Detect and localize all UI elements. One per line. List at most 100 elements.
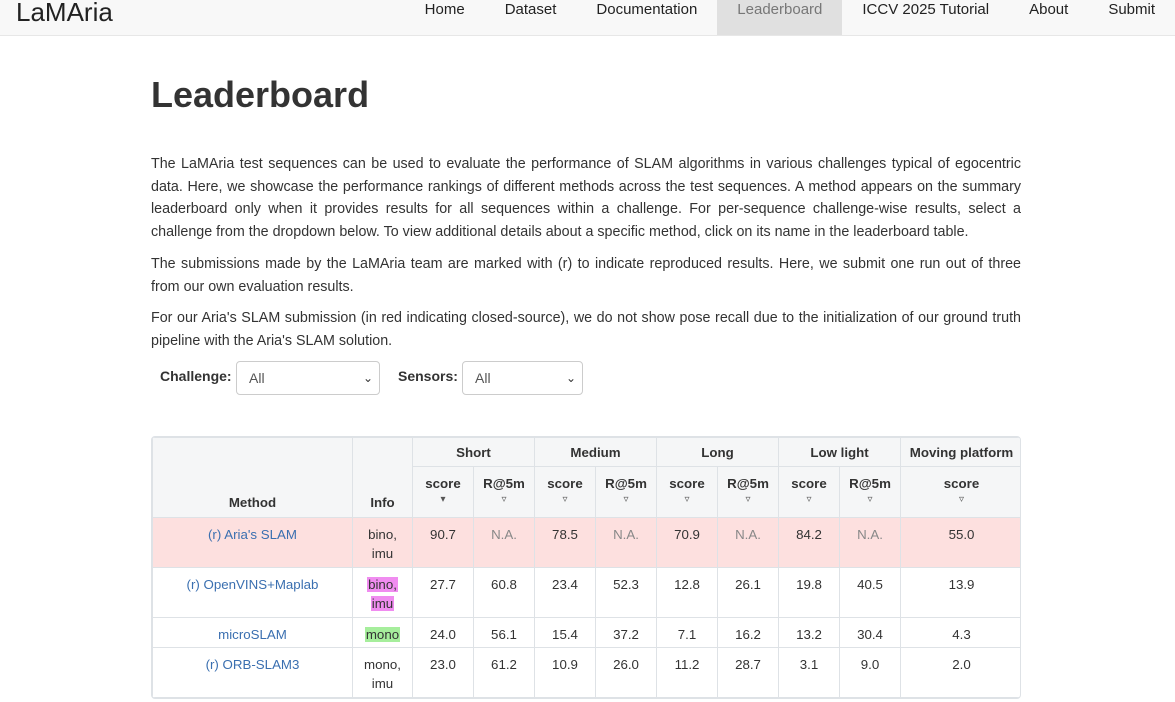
method-link[interactable]: (r) Aria's SLAM [208,527,297,542]
closed-source-note: For our Aria's SLAM submission (in red i… [151,310,1021,349]
method-cell: (r) Aria's SLAM [152,517,353,568]
sensors-select[interactable]: All ⌄ [462,360,583,395]
leaderboard-body: (r) Aria's SLAM bino, imu 90.7 N.A. 78.5 N.A. 7… [152,517,1020,698]
value-cell: N.A. [839,517,902,568]
sensors-label: Sensors: [398,367,458,384]
method-cell: (r) ORB-SLAM3 [152,647,353,698]
sort-header-8[interactable]: score ▿ [900,466,1020,518]
challenge-select[interactable]: All ⌄ [236,360,380,395]
sort-header-1[interactable]: R@5m ▿ [473,466,535,518]
sort-header-label: score [669,476,705,491]
sort-icon: ▿ [623,494,629,505]
info-cell: bino, imu [352,567,413,618]
nav-documentation[interactable]: Documentation [576,0,717,35]
nav-leaderboard[interactable]: Leaderboard [717,0,843,35]
navbar: LaMAria Home Dataset Documentation Leade… [0,0,1175,36]
table-row: (r) ORB-SLAM3 mono, imu 23.0 61.2 10.9 26.0 11.… [152,647,1020,698]
sensor-tag: imu [370,596,395,611]
intro-paragraph: The LaMAria test sequences can be used t… [151,156,1021,241]
sort-header-label: R@5m [605,476,647,491]
method-link[interactable]: (r) ORB-SLAM3 [206,657,300,672]
method-link[interactable]: (r) OpenVINS+Maplab [187,577,319,592]
challenge-select-value: All [249,369,265,386]
value-cell: 11.2 [656,647,719,698]
sort-desc-icon: ▾ [440,494,446,505]
sort-icon: ▿ [745,494,751,505]
value-cell: 12.8 [656,567,719,618]
sort-header-3[interactable]: R@5m ▿ [594,466,658,518]
value-cell: 56.1 [473,617,535,648]
info-cell: mono [352,617,413,648]
value-cell: 19.8 [778,567,841,618]
sort-header-label: R@5m [727,476,769,491]
info-cell: mono, imu [352,647,413,698]
value-cell: 37.2 [594,617,658,648]
sort-header-2[interactable]: score ▿ [534,466,596,518]
value-cell: 52.3 [594,567,658,618]
sensor-tag: imu [371,676,394,691]
method-link[interactable]: microSLAM [218,627,287,642]
filters: Challenge: All ⌄ Sensors: All ⌄ [151,360,1021,395]
value-cell: 90.7 [412,517,474,568]
table-row: (r) OpenVINS+Maplab bino, imu 27.7 60.8 23.4 5… [152,567,1020,618]
value-cell: 61.2 [473,647,535,698]
brand-logo[interactable]: LaMAria [16,0,113,30]
leaderboard-table: Method Info Short Medium Long Low light … [151,436,1021,699]
sort-header-label: score [943,476,980,491]
chevron-down-icon: ⌄ [565,370,576,385]
value-cell: 2.0 [900,647,1020,698]
value-cell: 55.0 [900,517,1020,568]
value-cell: N.A. [717,517,780,568]
sort-header-0[interactable]: score ▾ [412,466,474,518]
sort-header-7[interactable]: R@5m ▿ [839,466,902,518]
value-cell: 13.2 [778,617,841,648]
value-cell: 60.8 [473,567,535,618]
group-header-long: Long [656,437,780,467]
value-cell: 78.5 [534,517,596,568]
value-cell: 27.7 [412,567,474,618]
sort-header-6[interactable]: score ▿ [778,466,841,518]
value-cell: 26.1 [717,567,780,618]
sort-header-4[interactable]: score ▿ [656,466,719,518]
sensor-tag: mono, [364,657,401,672]
nav-submit[interactable]: Submit [1088,0,1175,35]
value-cell: 16.2 [717,617,780,648]
sort-icon: ▿ [501,494,507,505]
sort-icon: ▿ [684,494,690,505]
value-cell: 3.1 [778,647,841,698]
value-cell: 15.4 [534,617,596,648]
nav-iccv-tutorial[interactable]: ICCV 2025 Tutorial [842,0,1009,35]
group-header-low-light: Low light [778,437,902,467]
sensor-tag: bino, [368,527,397,542]
value-cell: 9.0 [839,647,902,698]
sort-icon: ▿ [867,494,873,505]
sort-icon: ▿ [806,494,812,505]
sort-header-label: R@5m [483,476,525,491]
group-header-short: Short [412,437,535,467]
value-cell: 23.0 [412,647,474,698]
value-cell: 24.0 [412,617,474,648]
sensors-select-value: All [475,369,491,386]
sort-icon: ▿ [562,494,568,505]
nav-home[interactable]: Home [405,0,485,35]
col-info-header: Info [352,437,413,518]
group-header-medium: Medium [533,437,658,467]
value-cell: 26.0 [594,647,658,698]
method-cell: (r) OpenVINS+Maplab [152,567,353,618]
page-title: Leaderboard [151,74,370,115]
reproduced-note: The submissions made by the LaMAria team… [151,255,1021,295]
main-content: Leaderboard The LaMAria test sequences c… [151,36,1021,395]
nav-menu: Home Dataset Documentation Leaderboard I… [405,0,1175,35]
chevron-down-icon: ⌄ [362,370,373,385]
value-cell: 70.9 [656,517,719,568]
sort-header-5[interactable]: R@5m ▿ [717,466,780,518]
value-cell: 10.9 [534,647,596,698]
sort-header-label: R@5m [849,476,891,491]
sort-header-label: score [791,476,827,491]
sort-icon: ▿ [959,494,965,505]
challenge-label: Challenge: [160,367,232,384]
nav-dataset[interactable]: Dataset [485,0,577,35]
sensor-tag: imu [371,546,394,561]
nav-about[interactable]: About [1009,0,1088,35]
sensor-tag: mono [364,627,401,642]
